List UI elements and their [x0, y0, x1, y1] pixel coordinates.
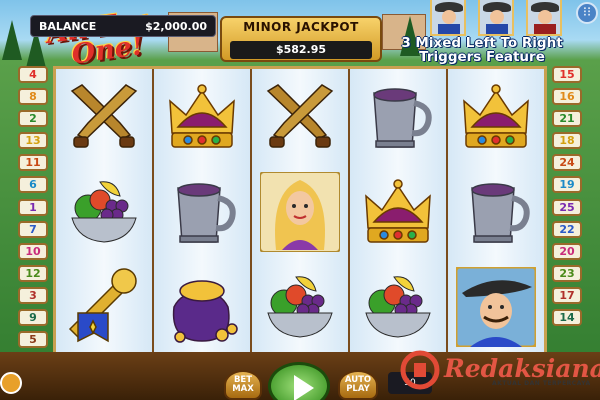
reel-cell [154, 259, 250, 354]
horn-flag-icon [64, 267, 144, 347]
fruit-bowl-icon [358, 267, 438, 347]
reels-panel [53, 66, 547, 355]
feature-line-2: Triggers Feature [419, 49, 545, 65]
line-marker-left[interactable]: 3 [18, 286, 48, 304]
line-marker-right[interactable]: 14 [552, 309, 582, 327]
reel-cell [448, 164, 544, 259]
tankard-icon [358, 77, 438, 157]
musketeer-portrait-1 [430, 0, 466, 36]
autoplay-label-2: PLAY [346, 384, 370, 394]
gold-pouch-icon [162, 267, 242, 347]
watermark-icon [400, 350, 440, 390]
line-marker-left[interactable]: 10 [18, 242, 48, 260]
tankard-icon [456, 172, 536, 252]
line-marker-right[interactable]: 20 [552, 242, 582, 260]
fruit-bowl-icon [64, 172, 144, 252]
reel-1 [56, 69, 152, 355]
line-marker-right[interactable]: 21 [552, 110, 582, 128]
line-marker-left[interactable]: 12 [18, 264, 48, 282]
line-marker-left[interactable]: 13 [18, 132, 48, 150]
line-marker-left[interactable]: 7 [18, 220, 48, 238]
pistols-icon [64, 77, 144, 157]
line-marker-left[interactable]: 1 [18, 198, 48, 216]
balance-value: $2,000.00 [145, 20, 207, 33]
reel-cell [56, 259, 152, 354]
background-tree [2, 20, 22, 60]
line-marker-right[interactable]: 24 [552, 154, 582, 172]
bet-max-label-2: MAX [232, 384, 254, 394]
balance-label: BALANCE [39, 20, 97, 33]
musketeer-portrait-3 [526, 0, 562, 36]
line-marker-left[interactable]: 6 [18, 176, 48, 194]
line-marker-left[interactable]: 9 [18, 309, 48, 327]
bet-max-button[interactable]: BET MAX [224, 370, 262, 400]
reel-2 [154, 69, 250, 355]
info-button[interactable] [0, 372, 22, 394]
feature-line-1: 3 Mixed Left To Right [401, 35, 563, 51]
reel-cell [350, 259, 446, 354]
right-line-markers: 15 16 21 18 24 19 25 22 20 23 17 14 [552, 66, 586, 331]
jackpot-value: $582.95 [230, 41, 372, 59]
line-marker-right[interactable]: 18 [552, 132, 582, 150]
fruit-bowl-icon [260, 267, 340, 347]
line-marker-right[interactable]: 17 [552, 286, 582, 304]
jackpot-title: MINOR JACKPOT [243, 20, 359, 34]
autoplay-button[interactable]: AUTO PLAY [338, 370, 378, 400]
reel-cell [448, 69, 544, 164]
musketeer-portrait-icon [454, 265, 538, 349]
reel-cell [56, 164, 152, 259]
reel-cell [252, 164, 348, 259]
menu-button[interactable]: ⁝⁝ [576, 2, 598, 24]
reel-cell [56, 69, 152, 164]
line-marker-left[interactable]: 5 [18, 331, 48, 349]
watermark-subtext: AKTUAL DAN TERPERCAYA [492, 380, 591, 387]
line-marker-left[interactable]: 11 [18, 154, 48, 172]
line-marker-right[interactable]: 22 [552, 220, 582, 238]
watermark-logo: Redaksiana AKTUAL DAN TERPERCAYA [398, 350, 600, 390]
line-marker-left[interactable]: 2 [18, 110, 48, 128]
line-marker-right[interactable]: 23 [552, 264, 582, 282]
reel-cell [154, 69, 250, 164]
reel-cell [252, 259, 348, 354]
line-marker-right[interactable]: 15 [552, 66, 582, 83]
reel-3 [252, 69, 348, 355]
reel-cell [154, 164, 250, 259]
play-icon [294, 375, 314, 400]
minor-jackpot-panel: MINOR JACKPOT $582.95 [220, 16, 382, 62]
crown-icon [456, 77, 536, 157]
reel-cell [252, 69, 348, 164]
pistols-icon [260, 77, 340, 157]
left-line-markers: 4 8 2 13 11 6 1 7 10 12 3 9 5 [18, 66, 52, 353]
game-screen: All For One! MINOR JACKPOT $582.95 3 Mix… [0, 0, 600, 400]
feature-banner: 3 Mixed Left To Right Triggers Feature [392, 36, 572, 64]
line-marker-right[interactable]: 19 [552, 176, 582, 194]
reel-cell [350, 164, 446, 259]
line-marker-right[interactable]: 25 [552, 198, 582, 216]
reel-cell [350, 69, 446, 164]
reel-4 [350, 69, 446, 355]
reel-cell [448, 259, 544, 354]
crown-icon [162, 77, 242, 157]
balance-display: BALANCE $2,000.00 [30, 15, 216, 37]
line-marker-left[interactable]: 8 [18, 88, 48, 106]
reel-5 [448, 69, 544, 355]
lady-portrait-icon [259, 171, 341, 253]
line-marker-right[interactable]: 16 [552, 88, 582, 106]
tankard-icon [162, 172, 242, 252]
line-marker-left[interactable]: 4 [18, 66, 48, 83]
musketeer-portrait-2 [478, 0, 514, 36]
crown-icon [358, 172, 438, 252]
watermark-text: Redaksiana [444, 354, 600, 383]
